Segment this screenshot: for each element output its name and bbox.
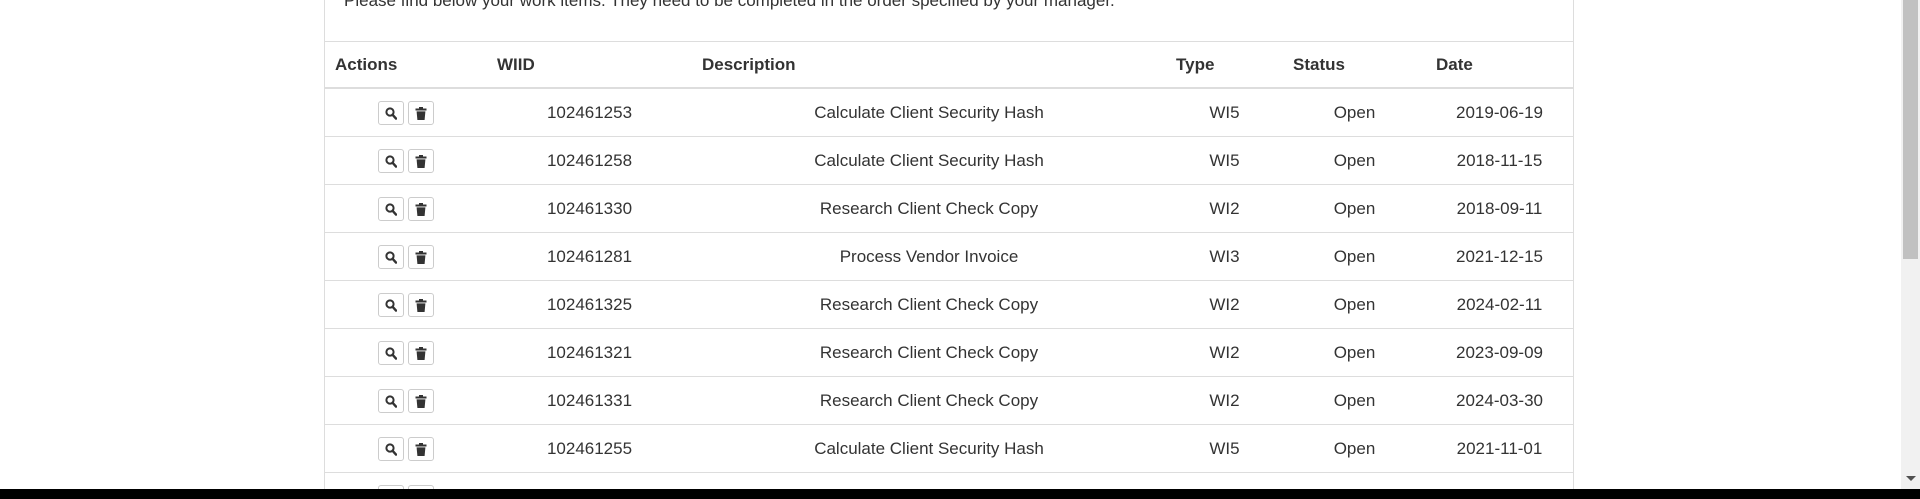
table-row: 102461321 Research Client Check Copy WI2 Op… <box>325 328 1573 377</box>
date-cell: 2024-02-11 <box>1426 280 1573 329</box>
table-row: 102461334Research Client Check CopyWI2Op… <box>325 472 1573 489</box>
delete-button[interactable] <box>408 292 434 317</box>
page-viewport: Please find below your work items. They … <box>0 0 1901 489</box>
description-cell: Process Vendor Invoice <box>692 232 1166 281</box>
scroll-down-arrow-icon[interactable] <box>1906 476 1916 481</box>
description-cell: Calculate Client Security Hash <box>692 424 1166 473</box>
table-header-row: Actions WIID Description Type Status Dat… <box>325 41 1573 89</box>
date-cell: 2023-09-09 <box>1426 328 1573 377</box>
delete-button[interactable] <box>408 244 434 269</box>
view-button[interactable] <box>378 148 404 173</box>
header-wiid: WIID <box>487 41 692 89</box>
description-cell: Research Client Check Copy <box>692 328 1166 377</box>
status-cell: Open <box>1283 280 1426 329</box>
view-button[interactable] <box>378 196 404 221</box>
view-button[interactable] <box>378 436 404 461</box>
status-cell: Open <box>1283 472 1426 489</box>
table-row: 102461325 Research Client Check Copy WI2 Op… <box>325 280 1573 329</box>
description-cell: Calculate Client Security Hash <box>692 136 1166 185</box>
description-cell: Research Client Check Copy <box>692 184 1166 233</box>
actions-cell <box>325 184 487 233</box>
delete-button[interactable] <box>408 388 434 413</box>
status-cell: Open <box>1283 184 1426 233</box>
type-cell: WI2 <box>1166 472 1283 489</box>
wiid-cell: 102461258 <box>487 136 692 185</box>
header-status: Status <box>1283 41 1426 89</box>
vertical-scrollbar[interactable] <box>1901 0 1920 489</box>
description-cell: Research Client Check Copy <box>692 280 1166 329</box>
date-cell: 2018-11-15 <box>1426 136 1573 185</box>
view-button[interactable] <box>378 292 404 317</box>
actions-cell <box>325 136 487 185</box>
view-button[interactable] <box>378 244 404 269</box>
type-cell: WI2 <box>1166 280 1283 329</box>
work-items-panel: Please find below your work items. They … <box>324 0 1574 489</box>
type-cell: WI2 <box>1166 184 1283 233</box>
date-cell: 2024-01-19 <box>1426 472 1573 489</box>
date-cell: 2021-12-15 <box>1426 232 1573 281</box>
description-cell: Research Client Check Copy <box>692 376 1166 425</box>
actions-cell <box>325 232 487 281</box>
work-items-table: Actions WIID Description Type Status Dat… <box>325 41 1573 489</box>
header-description: Description <box>692 41 1166 89</box>
delete-button[interactable] <box>408 148 434 173</box>
scrollbar-thumb[interactable] <box>1903 0 1918 259</box>
delete-button[interactable] <box>408 436 434 461</box>
view-button[interactable] <box>378 388 404 413</box>
status-cell: Open <box>1283 376 1426 425</box>
type-cell: WI2 <box>1166 376 1283 425</box>
table-row: 102461253 Calculate Client Security Hash W… <box>325 88 1573 137</box>
header-type: Type <box>1166 41 1283 89</box>
wiid-cell: 102461321 <box>487 328 692 377</box>
table-row: 102461331 Research Client Check Copy WI2 Op… <box>325 376 1573 425</box>
date-cell: 2021-11-01 <box>1426 424 1573 473</box>
intro-text: Please find below your work items. They … <box>344 0 1115 10</box>
type-cell: WI5 <box>1166 136 1283 185</box>
status-cell: Open <box>1283 424 1426 473</box>
wiid-cell: 102461281 <box>487 232 692 281</box>
table-row: 102461258 Calculate Client Security Hash W… <box>325 136 1573 185</box>
description-cell: Research Client Check Copy <box>692 472 1166 489</box>
type-cell: WI2 <box>1166 328 1283 377</box>
type-cell: WI3 <box>1166 232 1283 281</box>
delete-button[interactable] <box>408 196 434 221</box>
bottom-bar <box>0 489 1920 499</box>
actions-cell <box>325 424 487 473</box>
wiid-cell: 102461330 <box>487 184 692 233</box>
wiid-cell: 102461325 <box>487 280 692 329</box>
date-cell: 2019-06-19 <box>1426 88 1573 137</box>
type-cell: WI5 <box>1166 88 1283 137</box>
table-row: 102461281 Process Vendor Invoice WI3 Open 20… <box>325 232 1573 281</box>
view-button[interactable] <box>378 100 404 125</box>
actions-cell <box>325 280 487 329</box>
header-date: Date <box>1426 41 1573 89</box>
table-row: 102461255 Calculate Client Security Hash W… <box>325 424 1573 473</box>
description-cell: Calculate Client Security Hash <box>692 88 1166 137</box>
date-cell: 2018-09-11 <box>1426 184 1573 233</box>
status-cell: Open <box>1283 136 1426 185</box>
actions-cell <box>325 472 487 489</box>
status-cell: Open <box>1283 328 1426 377</box>
delete-button[interactable] <box>408 100 434 125</box>
wiid-cell: 102461334 <box>487 472 692 489</box>
view-button[interactable] <box>378 340 404 365</box>
wiid-cell: 102461331 <box>487 376 692 425</box>
wiid-cell: 102461253 <box>487 88 692 137</box>
status-cell: Open <box>1283 232 1426 281</box>
actions-cell <box>325 88 487 137</box>
actions-cell <box>325 328 487 377</box>
wiid-cell: 102461255 <box>487 424 692 473</box>
status-cell: Open <box>1283 88 1426 137</box>
type-cell: WI5 <box>1166 424 1283 473</box>
header-actions: Actions <box>325 41 487 89</box>
actions-cell <box>325 376 487 425</box>
delete-button[interactable] <box>408 340 434 365</box>
table-row: 102461330 Research Client Check Copy WI2 Op… <box>325 184 1573 233</box>
date-cell: 2024-03-30 <box>1426 376 1573 425</box>
